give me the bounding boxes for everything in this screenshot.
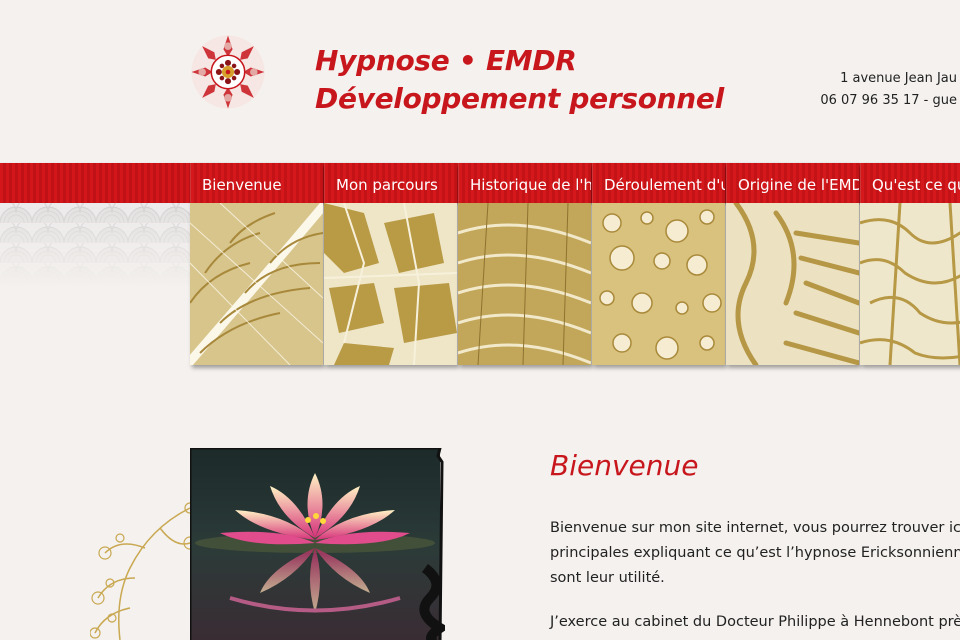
coral-texture-image bbox=[726, 203, 859, 365]
nav-item-bienvenue[interactable]: Bienvenue bbox=[190, 163, 323, 365]
nav-label-historique: Historique de l'hypnose bbox=[458, 163, 591, 203]
leaf-texture-image bbox=[190, 203, 323, 365]
scale-pattern-decoration bbox=[0, 203, 192, 287]
intro-line-3: sont leur utilité. bbox=[550, 570, 665, 586]
lotus-photo bbox=[190, 448, 445, 640]
nav-item-origine-emdr[interactable]: Origine de l'EMDR bbox=[726, 163, 859, 365]
drops-texture-image bbox=[592, 203, 725, 365]
site-title-line1: Hypnose • EMDR bbox=[315, 44, 577, 77]
intro-line-1: Bienvenue sur mon site internet, vous po… bbox=[550, 520, 960, 536]
site-title[interactable]: Hypnose • EMDR Développement personnel bbox=[315, 42, 724, 118]
practice-paragraph: J’exerce au cabinet du Docteur Philippe … bbox=[550, 610, 960, 635]
nav-label-mon-parcours: Mon parcours bbox=[324, 163, 457, 203]
nav-label-origine-emdr: Origine de l'EMDR bbox=[726, 163, 859, 203]
contact-phone-email: 06 07 96 35 17 - gue bbox=[820, 93, 957, 108]
mandala-logo[interactable] bbox=[190, 34, 266, 110]
nav-item-historique[interactable]: Historique de l'hypnose bbox=[458, 163, 591, 365]
site-title-line2: Développement personnel bbox=[315, 82, 724, 115]
nav-label-bienvenue: Bienvenue bbox=[190, 163, 323, 203]
bark-texture-image bbox=[324, 203, 457, 365]
crackle-texture-image bbox=[860, 203, 960, 365]
floral-ornament bbox=[90, 502, 197, 640]
intro-line-2: principales expliquant ce qu’est l’hypno… bbox=[550, 545, 960, 561]
nav-item-quest-ce-que[interactable]: Qu'est ce que l'EMDR bbox=[860, 163, 960, 365]
feather-texture-image bbox=[458, 203, 591, 365]
nav-label-quest-ce-que: Qu'est ce que l'EMDR bbox=[860, 163, 960, 203]
contact-address: 1 avenue Jean Jau bbox=[840, 71, 957, 86]
contact-info: 1 avenue Jean Jau 06 07 96 35 17 - gue bbox=[800, 68, 960, 112]
nav-label-deroulement: Déroulement d'une séance bbox=[592, 163, 725, 203]
nav-item-mon-parcours[interactable]: Mon parcours bbox=[324, 163, 457, 365]
page: Hypnose • EMDR Développement personnel 1… bbox=[0, 0, 960, 640]
practice-line-1: J’exerce au cabinet du Docteur Philippe … bbox=[550, 614, 960, 630]
nav-item-deroulement[interactable]: Déroulement d'une séance bbox=[592, 163, 725, 365]
intro-paragraph: Bienvenue sur mon site internet, vous po… bbox=[550, 516, 960, 591]
page-heading: Bienvenue bbox=[550, 449, 699, 482]
